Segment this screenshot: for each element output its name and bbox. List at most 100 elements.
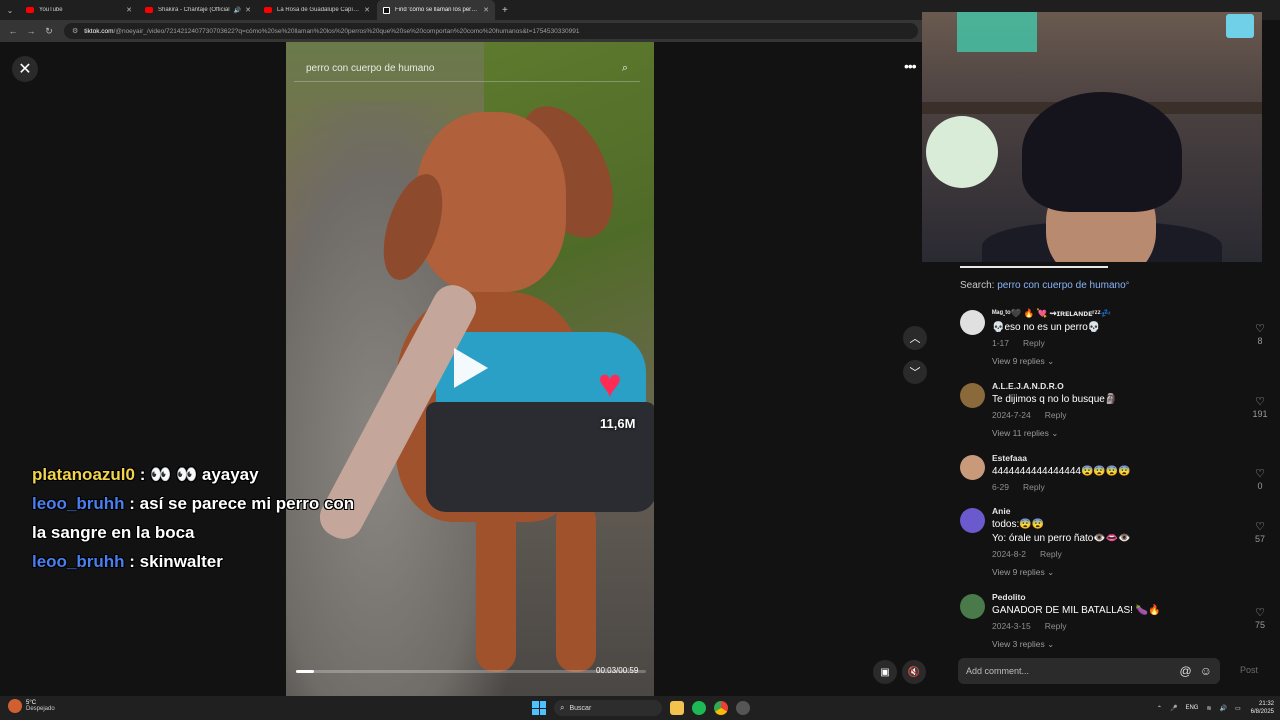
more-options-icon[interactable]: ••• [904, 58, 917, 74]
close-video-button[interactable]: ✕ [12, 56, 38, 82]
close-tab-icon[interactable]: ✕ [245, 6, 251, 14]
browser-tab-label: La Rosa de Guadalupe Capítulo [277, 7, 361, 13]
mention-icon[interactable]: @ [1180, 664, 1192, 678]
forward-icon[interactable]: → [22, 26, 40, 36]
emoji-icon[interactable]: ☺ [1200, 664, 1212, 678]
mute-button[interactable]: 🔇 [902, 660, 926, 684]
comment-like-button[interactable]: ♡ 191 [1250, 395, 1270, 419]
comment-like-count: 57 [1254, 534, 1265, 544]
related-search-query[interactable]: perro con cuerpo de humano [997, 280, 1125, 291]
previous-video-button[interactable]: ︿ [903, 326, 927, 350]
browser-tab[interactable]: YouTube ✕ [20, 0, 138, 20]
windows-taskbar: 5°C Despejado ⌕ Buscar ⌃ 🎤 ENG ≋ 🔊 ▭ 21:… [0, 696, 1280, 720]
weather-widget[interactable]: 5°C Despejado [8, 699, 55, 713]
taskbar-search-placeholder: Buscar [569, 704, 592, 712]
avatar[interactable] [960, 455, 985, 480]
browser-tab[interactable]: Find 'cómo se llaman los perros ✕ [377, 0, 495, 20]
comment-username[interactable]: Anie [992, 506, 1240, 516]
post-button[interactable]: Post [1240, 665, 1258, 675]
close-tab-icon[interactable]: ✕ [364, 6, 370, 14]
like-count: 11,6M [600, 416, 636, 431]
add-comment-input[interactable]: Add comment... @ ☺ [958, 658, 1220, 684]
comment-like-button[interactable]: ♡ 75 [1250, 606, 1270, 630]
volume-icon[interactable]: 🔊 [1219, 705, 1226, 712]
heart-icon[interactable]: ♥ [598, 364, 622, 404]
comments-panel: Search: perro con cuerpo de humano⌕ ᴹᵃᵍ.… [938, 262, 1280, 696]
url-input[interactable]: ⚙ tiktok.com/@noeyair_/video/72142124077… [64, 23, 918, 39]
wifi-icon[interactable]: ≋ [1206, 705, 1211, 712]
webcam-background-light [957, 12, 1037, 52]
chevron-up-icon[interactable]: ⌃ [1157, 705, 1162, 712]
reply-button[interactable]: Reply [1040, 549, 1062, 559]
comment-username[interactable]: Estefaaa [992, 453, 1240, 463]
search-icon[interactable]: ⌕ [622, 62, 628, 75]
comment-list: ᴹᵃᵍ.ᵗᵒ🖤 🔥 💘 ⇝ɪʀᴇʟᴀɴᴅᴇʳᶻᶻ💤 💀eso no es un p… [938, 308, 1280, 664]
comment-username[interactable]: A.L.E.J.A.N.D.R.O [992, 381, 1240, 391]
comment-text: todos:😨😨 [992, 519, 1045, 530]
avatar[interactable] [960, 310, 985, 335]
chrome-icon[interactable] [714, 701, 728, 715]
taskbar-search[interactable]: ⌕ Buscar [554, 700, 662, 716]
back-icon[interactable]: ← [4, 26, 22, 36]
video-frame-dog-leg [476, 502, 516, 672]
reply-button[interactable]: Reply [1023, 338, 1045, 348]
settings-icon[interactable] [736, 701, 750, 715]
close-tab-icon[interactable]: ✕ [126, 6, 132, 14]
reply-button[interactable]: Reply [1045, 410, 1067, 420]
related-search-label: Search: [960, 280, 995, 291]
comment-placeholder: Add comment... [966, 666, 1030, 676]
play-icon[interactable] [454, 348, 488, 388]
site-info-icon[interactable]: ⚙ [72, 27, 78, 35]
comment-username[interactable]: ᴹᵃᵍ.ᵗᵒ🖤 🔥 💘 ⇝ɪʀᴇʟᴀɴᴅᴇʳᶻᶻ💤 [992, 308, 1240, 319]
battery-icon[interactable]: ▭ [1235, 705, 1241, 712]
chevron-down-icon: ⌄ [1047, 639, 1055, 649]
tab-audio-icon[interactable]: 🔊 [234, 7, 241, 14]
video-search-bar[interactable]: perro con cuerpo de humano ⌕ [294, 56, 640, 82]
tab-underline [960, 266, 1108, 268]
related-search[interactable]: Search: perro con cuerpo de humano⌕ [960, 280, 1130, 291]
chevron-up-icon: ︿ [909, 333, 921, 345]
chevron-down-icon: ⌄ [1047, 356, 1055, 366]
taskbar-apps: ⌕ Buscar [532, 699, 750, 717]
avatar[interactable] [960, 508, 985, 533]
comment-username[interactable]: Pedolito [992, 592, 1240, 602]
view-replies-label: View 3 replies [992, 639, 1045, 649]
next-video-button[interactable]: ﹀ [903, 360, 927, 384]
chat-separator: : [124, 494, 140, 513]
chat-message: leoo_bruhh : así se parece mi perro con … [32, 489, 372, 547]
taskbar-clock[interactable]: 21:32 6/8/2025 [1251, 700, 1274, 716]
comment-text: Yo: órale un perro ñato👁️👄👁️ [992, 533, 1131, 544]
browser-tab[interactable]: Shakira - Chantaje (Official 🔊 ✕ [139, 0, 257, 20]
spotify-icon[interactable] [692, 701, 706, 715]
comment-like-count: 191 [1252, 409, 1268, 419]
reload-icon[interactable]: ↻ [40, 26, 58, 37]
video-progress-bar[interactable] [296, 670, 646, 673]
comment-item: ᴹᵃᵍ.ᵗᵒ🖤 🔥 💘 ⇝ɪʀᴇʟᴀɴᴅᴇʳᶻᶻ💤 💀eso no es un p… [938, 308, 1280, 367]
picture-in-picture-button[interactable]: ▣ [873, 660, 897, 684]
new-tab-icon[interactable]: + [502, 5, 508, 16]
comment-date: 2024-8-2 [992, 549, 1027, 559]
language-indicator[interactable]: ENG [1185, 705, 1198, 711]
view-replies-button[interactable]: View 11 replies ⌄ [992, 428, 1240, 439]
browser-tab[interactable]: La Rosa de Guadalupe Capítulo ✕ [258, 0, 376, 20]
view-replies-button[interactable]: View 3 replies ⌄ [992, 639, 1240, 650]
view-replies-button[interactable]: View 9 replies ⌄ [992, 356, 1240, 367]
avatar[interactable] [960, 594, 985, 619]
microphone-icon[interactable]: 🎤 [1170, 705, 1177, 712]
view-replies-button[interactable]: View 9 replies ⌄ [992, 567, 1240, 578]
video-search-text: perro con cuerpo de humano [306, 63, 435, 74]
reply-button[interactable]: Reply [1023, 482, 1045, 492]
tab-search-icon[interactable]: ⌄ [0, 0, 20, 20]
comment-like-button[interactable]: ♡ 8 [1250, 322, 1270, 346]
webcam-person-hair [1022, 92, 1182, 212]
video-player[interactable]: perro con cuerpo de humano ⌕ ♥ 11,6M 00:… [286, 42, 654, 696]
comment-like-button[interactable]: ♡ 0 [1250, 467, 1270, 491]
close-tab-icon[interactable]: ✕ [483, 6, 489, 14]
comment-like-button[interactable]: ♡ 57 [1250, 520, 1270, 544]
avatar[interactable] [960, 383, 985, 408]
tiktok-favicon-icon [383, 6, 390, 14]
file-explorer-icon[interactable] [670, 701, 684, 715]
windows-start-icon[interactable] [532, 701, 546, 715]
reply-button[interactable]: Reply [1045, 621, 1067, 631]
comment-item: Estefaaa 4444444444444444😨😨😨😨 6-29 Reply ♡ 0 [938, 453, 1280, 492]
